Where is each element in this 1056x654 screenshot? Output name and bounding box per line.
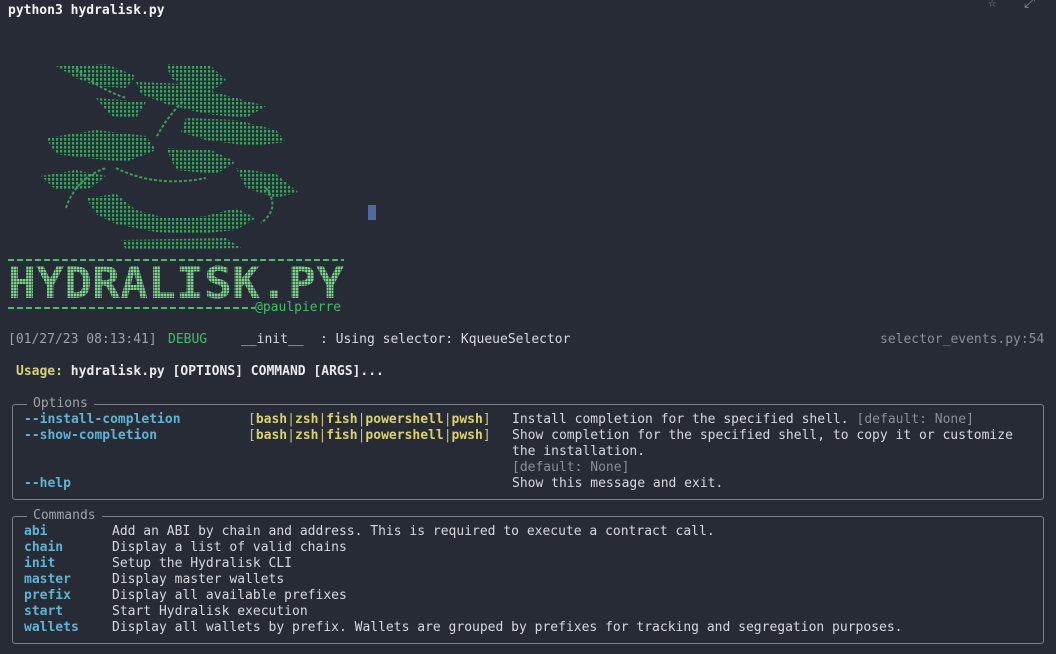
shell-choice: pwsh bbox=[451, 428, 483, 443]
shell-choice: zsh bbox=[294, 428, 319, 443]
hydralisk-logo: HYDRALISK.PY bbox=[8, 264, 344, 304]
window-title: python3 hydralisk.py bbox=[8, 3, 165, 18]
commands-panel-title: Commands bbox=[27, 508, 102, 523]
hydralisk-ascii-art bbox=[41, 64, 298, 250]
option-default: [default: None] bbox=[856, 412, 974, 427]
options-panel: Options --install-completion [bash|zsh|fi… bbox=[12, 396, 1044, 500]
shell-choice: pwsh bbox=[451, 412, 483, 427]
author-handle: @paulpierre bbox=[255, 300, 342, 315]
usage-line: Usage: hydralisk.py [OPTIONS] COMMAND [A… bbox=[16, 364, 384, 379]
command-prefix[interactable]: prefix bbox=[24, 588, 71, 603]
svg-text:HYDRALISK.PY: HYDRALISK.PY bbox=[8, 264, 344, 304]
option-flag[interactable]: --show-completion bbox=[24, 428, 157, 443]
star-icon[interactable]: ☆ bbox=[988, 0, 996, 11]
commands-panel: Commands abi Add an ABI by chain and addr… bbox=[12, 508, 1044, 644]
usage-command: hydralisk.py [OPTIONS] COMMAND [ARGS]... bbox=[70, 364, 384, 379]
options-panel-title: Options bbox=[27, 396, 94, 411]
command-init[interactable]: init bbox=[24, 556, 55, 571]
banner-bottom-rule bbox=[8, 307, 255, 309]
option-flag[interactable]: --help bbox=[24, 476, 71, 491]
option-description: the installation. bbox=[512, 444, 646, 459]
log-source: selector_events.py:54 bbox=[880, 332, 1045, 347]
shell-choice: fish bbox=[326, 412, 358, 427]
log-module: __init__ bbox=[241, 332, 304, 347]
shell-choice: powershell bbox=[365, 412, 444, 427]
log-timestamp: [01/27/23 08:13:41] bbox=[8, 332, 157, 347]
option-flag[interactable]: --install-completion bbox=[24, 412, 181, 427]
option-description: Install completion for the specified she… bbox=[512, 412, 849, 427]
command-description: Start Hydralisk execution bbox=[112, 604, 308, 619]
command-description: Display a list of valid chains bbox=[112, 540, 347, 555]
option-choices: [bash|zsh|fish|powershell|pwsh] bbox=[248, 428, 491, 443]
terminal-title-bar: python3 hydralisk.py ☆ ⤢ bbox=[0, 0, 1056, 22]
command-wallets[interactable]: wallets bbox=[24, 620, 79, 635]
log-level: DEBUG bbox=[168, 332, 208, 347]
shell-choice: powershell bbox=[365, 428, 444, 443]
command-description: Add an ABI by chain and address. This is… bbox=[112, 524, 715, 539]
command-description: Display all wallets by prefix. Wallets a… bbox=[112, 620, 903, 635]
option-description: Show completion for the specified shell,… bbox=[512, 428, 1013, 443]
usage-label: Usage: bbox=[16, 364, 63, 379]
command-abi[interactable]: abi bbox=[24, 524, 47, 539]
command-description: Display all available prefixes bbox=[112, 588, 347, 603]
shell-choice: bash bbox=[255, 428, 288, 443]
option-description: Show this message and exit. bbox=[512, 476, 724, 491]
command-master[interactable]: master bbox=[24, 572, 71, 587]
option-choices: [bash|zsh|fish|powershell|pwsh] bbox=[248, 412, 491, 427]
command-chain[interactable]: chain bbox=[24, 540, 63, 555]
shell-choice: fish bbox=[326, 428, 358, 443]
banner-top-rule bbox=[8, 259, 344, 261]
shell-choice: bash bbox=[255, 412, 288, 427]
terminal-cursor bbox=[368, 205, 376, 220]
log-line: [01/27/23 08:13:41] DEBUG __init__ : Usi… bbox=[8, 332, 1048, 350]
command-start[interactable]: start bbox=[24, 604, 63, 619]
command-description: Display master wallets bbox=[112, 572, 285, 587]
expand-icon[interactable]: ⤢ bbox=[1024, 0, 1035, 11]
shell-choice: zsh bbox=[294, 412, 319, 427]
command-description: Setup the Hydralisk CLI bbox=[112, 556, 293, 571]
log-message: : Using selector: KqueueSelector bbox=[320, 332, 571, 347]
option-default: [default: None] bbox=[512, 460, 630, 475]
